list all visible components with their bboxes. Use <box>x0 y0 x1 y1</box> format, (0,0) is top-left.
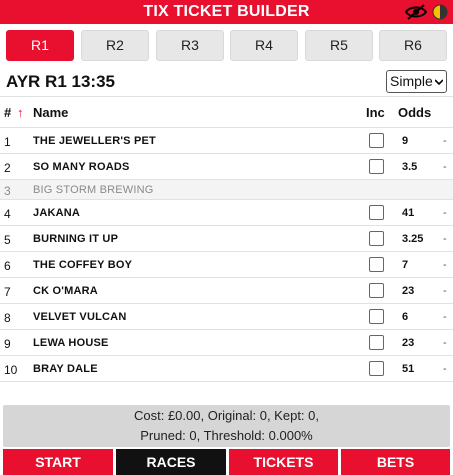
runner-odds: 3.5 <box>402 161 418 173</box>
tab-r5[interactable]: R5 <box>305 30 373 61</box>
tab-r2[interactable]: R2 <box>81 30 149 61</box>
column-name[interactable]: Name <box>33 105 68 120</box>
table-row: 1 THE JEWELLER'S PET 9 - <box>0 128 453 154</box>
include-checkbox[interactable] <box>369 309 384 324</box>
bottom-nav: START RACES TICKETS BETS <box>0 449 453 475</box>
runner-name: THE JEWELLER'S PET <box>33 135 156 147</box>
table-row: 2 SO MANY ROADS 3.5 - <box>0 154 453 180</box>
include-checkbox[interactable] <box>369 257 384 272</box>
tab-r6[interactable]: R6 <box>379 30 447 61</box>
runners-table-header: # ↑ Name Inc Odds <box>0 97 453 128</box>
runner-number: 4 <box>4 207 11 221</box>
nav-start-button[interactable]: START <box>3 449 113 475</box>
tab-r4[interactable]: R4 <box>230 30 298 61</box>
runner-dash: - <box>443 285 447 297</box>
nav-bets-button[interactable]: BETS <box>341 449 450 475</box>
nav-races-button[interactable]: RACES <box>116 449 226 475</box>
runner-number: 8 <box>4 311 11 325</box>
runner-name: VELVET VULCAN <box>33 311 127 323</box>
include-checkbox[interactable] <box>369 159 384 174</box>
runner-number: 3 <box>4 184 11 198</box>
runner-dash: - <box>443 233 447 245</box>
runner-dash: - <box>443 259 447 271</box>
tab-r3[interactable]: R3 <box>156 30 224 61</box>
runner-odds: 51 <box>402 363 415 375</box>
runner-dash: - <box>443 161 447 173</box>
chevron-down-icon <box>435 79 443 86</box>
runner-name: THE COFFEY BOY <box>33 259 133 271</box>
table-row: 4 JAKANA 41 - <box>0 200 453 226</box>
runner-number: 6 <box>4 259 11 273</box>
mode-select[interactable]: Simple <box>386 70 447 93</box>
runner-name: LEWA HOUSE <box>33 337 109 349</box>
race-tabs: R1 R2 R3 R4 R5 R6 <box>0 30 453 62</box>
runner-number: 5 <box>4 233 11 247</box>
include-checkbox[interactable] <box>369 231 384 246</box>
table-row: 7 CK O'MARA 23 - <box>0 278 453 304</box>
table-row-scratched: 3 BIG STORM BREWING <box>0 180 453 200</box>
table-row: 10 BRAY DALE 51 - <box>0 356 453 382</box>
include-checkbox[interactable] <box>369 205 384 220</box>
runner-name: BIG STORM BREWING <box>33 184 154 196</box>
table-row: 8 VELVET VULCAN 6 - <box>0 304 453 330</box>
summary-line-1: Cost: £0.00, Original: 0, Kept: 0, <box>134 408 319 423</box>
table-row: 5 BURNING IT UP 3.25 - <box>0 226 453 252</box>
column-number[interactable]: # <box>4 105 11 120</box>
table-row: 6 THE COFFEY BOY 7 - <box>0 252 453 278</box>
runner-dash: - <box>443 311 447 323</box>
runner-name: CK O'MARA <box>33 285 98 297</box>
runner-dash: - <box>443 337 447 349</box>
runner-number: 2 <box>4 161 11 175</box>
column-include[interactable]: Inc <box>366 105 385 120</box>
runner-name: SO MANY ROADS <box>33 161 130 173</box>
runner-number: 9 <box>4 337 11 351</box>
title-bar: TIX TICKET BUILDER <box>0 0 453 24</box>
runner-dash: - <box>443 135 447 147</box>
tab-r1[interactable]: R1 <box>6 30 74 61</box>
summary-line-2: Pruned: 0, Threshold: 0.000% <box>140 428 313 443</box>
runner-name: JAKANA <box>33 207 81 219</box>
app-title: TIX TICKET BUILDER <box>143 3 310 20</box>
runner-odds: 3.25 <box>402 233 424 245</box>
hide-eye-icon[interactable] <box>405 4 427 20</box>
runner-odds: 6 <box>402 311 409 323</box>
runner-number: 7 <box>4 285 11 299</box>
include-checkbox[interactable] <box>369 335 384 350</box>
ticket-summary: Cost: £0.00, Original: 0, Kept: 0, Prune… <box>3 405 450 447</box>
theme-toggle-icon[interactable] <box>432 4 448 20</box>
runner-odds: 9 <box>402 135 409 147</box>
nav-tickets-button[interactable]: TICKETS <box>229 449 338 475</box>
runner-dash: - <box>443 363 447 375</box>
runner-number: 10 <box>4 363 18 377</box>
column-odds[interactable]: Odds <box>398 105 431 120</box>
mode-select-value: Simple <box>390 73 433 89</box>
include-checkbox[interactable] <box>369 283 384 298</box>
runner-odds: 41 <box>402 207 415 219</box>
include-checkbox[interactable] <box>369 133 384 148</box>
runner-odds: 7 <box>402 259 409 271</box>
runner-odds: 23 <box>402 285 415 297</box>
runner-name: BURNING IT UP <box>33 233 119 245</box>
sort-arrow-icon[interactable]: ↑ <box>17 105 24 120</box>
runner-number: 1 <box>4 135 11 149</box>
runner-odds: 23 <box>402 337 415 349</box>
table-row: 9 LEWA HOUSE 23 - <box>0 330 453 356</box>
include-checkbox[interactable] <box>369 361 384 376</box>
race-title: AYR R1 13:35 <box>6 72 115 91</box>
runner-name: BRAY DALE <box>33 363 98 375</box>
runner-dash: - <box>443 207 447 219</box>
